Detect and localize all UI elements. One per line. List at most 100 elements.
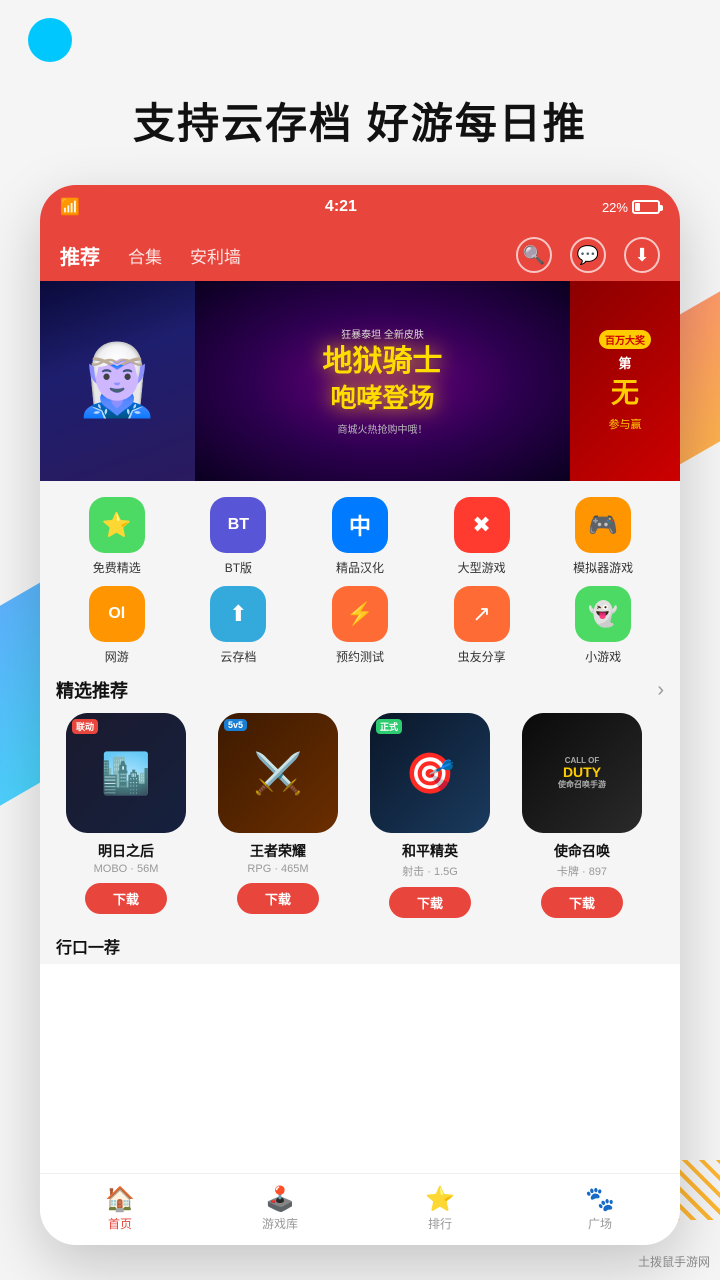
download-button-heping[interactable]: 下载: [389, 887, 471, 918]
game-name-wangzhe: 王者荣耀: [250, 841, 306, 861]
bottom-nav-square-label: 广场: [588, 1215, 612, 1232]
category-online[interactable]: Ol 网游: [56, 586, 178, 665]
watermark: 土拨鼠手游网: [638, 1253, 710, 1270]
game-card-shiming[interactable]: CALL OF DUTY 使命召唤手游 使命召唤 卡牌 · 897 下载: [512, 713, 652, 918]
message-button[interactable]: 💬: [570, 237, 606, 273]
section-title: 精选推荐: [56, 677, 128, 703]
game-emoji-wangzhe: ⚔️: [253, 750, 303, 797]
banner-subtitle: 咆哮登场: [323, 378, 443, 415]
game-emoji-mingri: 🏙️: [101, 750, 151, 797]
banner-area[interactable]: 🧝 狂暴泰坦 全新皮肤 地狱骑士 咆哮登场 商城火热抢购中哦！ 百万大奖 第 无…: [40, 281, 680, 481]
category-emulator-icon: 🎮: [575, 497, 631, 553]
category-big[interactable]: ✖ 大型游戏: [421, 497, 543, 576]
category-share-icon: ↗: [454, 586, 510, 642]
category-emulator[interactable]: 🎮 模拟器游戏: [542, 497, 664, 576]
game-name-heping: 和平精英: [402, 841, 458, 861]
bottom-nav-home[interactable]: 🏠 首页: [40, 1188, 200, 1232]
category-row-2: Ol 网游 ⬆ 云存档 ⚡ 预约测试 ↗ 虫友分享 👻 小游戏: [56, 586, 664, 665]
bottom-nav-library[interactable]: 🕹️ 游戏库: [200, 1188, 360, 1232]
battery-bar-icon: [632, 200, 660, 214]
category-chinese[interactable]: 中 精品汉化: [299, 497, 421, 576]
battery-fill: [635, 203, 640, 211]
category-preorder-icon: ⚡: [332, 586, 388, 642]
banner-right-text: 第 无: [611, 355, 639, 412]
game-list: 🏙️ 联动 明日之后 MOBO · 56M 下载 ⚔️ 5v5 王者荣耀 RPG…: [56, 713, 664, 918]
content-area: ⭐ 免费精选 BT BT版 中 精品汉化 ✖ 大型游戏 🎮 模拟器游戏: [40, 481, 680, 964]
category-free-icon: ⭐: [89, 497, 145, 553]
category-emulator-label: 模拟器游戏: [573, 559, 633, 576]
category-big-label: 大型游戏: [458, 559, 506, 576]
category-bt-label: BT版: [225, 559, 252, 576]
game-meta-mingri: MOBO · 56M: [94, 863, 159, 875]
category-big-icon: ✖: [454, 497, 510, 553]
game-card-wangzhe[interactable]: ⚔️ 5v5 王者荣耀 RPG · 465M 下载: [208, 713, 348, 918]
page-headline: 支持云存档 好游每日推: [0, 90, 720, 151]
banner-left[interactable]: 🧝: [40, 281, 195, 481]
search-button[interactable]: 🔍: [516, 237, 552, 273]
bottom-nav-rank-label: 排行: [428, 1215, 452, 1232]
category-small-label: 小游戏: [585, 648, 621, 665]
section-more-button[interactable]: ›: [657, 679, 664, 702]
game-name-shiming: 使命召唤: [554, 841, 610, 861]
category-bt[interactable]: BT BT版: [178, 497, 300, 576]
nav-bar: 推荐 合集 安利墙 🔍 💬 ⬇: [40, 229, 680, 281]
download-button[interactable]: ⬇: [624, 237, 660, 273]
banner-title: 地狱骑士: [323, 345, 443, 378]
category-share[interactable]: ↗ 虫友分享: [421, 586, 543, 665]
nav-icons-group: 🔍 💬 ⬇: [516, 237, 660, 273]
home-icon: 🏠: [105, 1188, 135, 1212]
bottom-nav-library-label: 游戏库: [262, 1215, 298, 1232]
nav-tab-anli[interactable]: 安利墙: [190, 243, 241, 268]
banner-character-icon: 🧝: [74, 340, 161, 422]
bottom-nav: 🏠 首页 🕹️ 游戏库 ⭐ 排行 🐾 广场: [40, 1173, 680, 1245]
category-online-icon: Ol: [89, 586, 145, 642]
game-icon-shiming: CALL OF DUTY 使命召唤手游: [522, 713, 642, 833]
game-badge-heping: 正式: [376, 719, 402, 734]
battery-percentage: 22%: [602, 200, 628, 215]
bottom-hint-row: 行口一荐: [56, 928, 664, 964]
category-share-label: 虫友分享: [458, 648, 506, 665]
download-button-mingri[interactable]: 下载: [85, 883, 167, 914]
game-icon-mingri: 🏙️ 联动: [66, 713, 186, 833]
game-callduty-text: CALL OF DUTY 使命召唤手游: [558, 757, 606, 790]
category-preorder-label: 预约测试: [336, 648, 384, 665]
nav-tab-collection[interactable]: 合集: [128, 243, 162, 268]
wifi-icon: 📶: [60, 197, 80, 217]
banner-center[interactable]: 狂暴泰坦 全新皮肤 地狱骑士 咆哮登场 商城火热抢购中哦！: [195, 281, 570, 481]
decorative-circle: [28, 18, 72, 62]
status-time: 4:21: [325, 198, 357, 216]
banner-sub2: 商城火热抢购中哦！: [323, 421, 443, 436]
game-icon-heping: 🎯 正式: [370, 713, 490, 833]
library-icon: 🕹️: [265, 1188, 295, 1212]
banner-right-cta: 参与赢: [609, 416, 642, 432]
category-bt-icon: BT: [210, 497, 266, 553]
bottom-nav-square[interactable]: 🐾 广场: [520, 1188, 680, 1232]
bottom-nav-rank[interactable]: ⭐ 排行: [360, 1188, 520, 1232]
bottom-hint-text: 行口一荐: [56, 934, 120, 958]
download-button-shiming[interactable]: 下载: [541, 887, 623, 918]
banner-tag: 狂暴泰坦 全新皮肤: [323, 326, 443, 341]
decorative-stripe-blue: [0, 583, 40, 818]
status-bar: 📶 4:21 22%: [40, 185, 680, 229]
category-chinese-label: 精品汉化: [336, 559, 384, 576]
banner-right[interactable]: 百万大奖 第 无 参与赢: [570, 281, 680, 481]
category-online-label: 网游: [105, 648, 129, 665]
category-row-1: ⭐ 免费精选 BT BT版 中 精品汉化 ✖ 大型游戏 🎮 模拟器游戏: [56, 497, 664, 576]
phone-mockup: 📶 4:21 22% 推荐 合集 安利墙 🔍 💬 ⬇ 🧝: [40, 185, 680, 1245]
rank-icon: ⭐: [425, 1188, 455, 1212]
category-preorder[interactable]: ⚡ 预约测试: [299, 586, 421, 665]
category-small[interactable]: 👻 小游戏: [542, 586, 664, 665]
category-cloud[interactable]: ⬆ 云存档: [178, 586, 300, 665]
decorative-stripe-orange: [680, 286, 720, 465]
nav-tab-recommend[interactable]: 推荐: [60, 241, 100, 270]
download-button-wangzhe[interactable]: 下载: [237, 883, 319, 914]
banner-center-content: 狂暴泰坦 全新皮肤 地狱骑士 咆哮登场 商城火热抢购中哦！: [323, 326, 443, 436]
game-card-heping[interactable]: 🎯 正式 和平精英 射击 · 1.5G 下载: [360, 713, 500, 918]
game-card-mingri[interactable]: 🏙️ 联动 明日之后 MOBO · 56M 下载: [56, 713, 196, 918]
category-free-label: 免费精选: [93, 559, 141, 576]
category-cloud-icon: ⬆: [210, 586, 266, 642]
game-meta-heping: 射击 · 1.5G: [402, 863, 458, 879]
bottom-nav-home-label: 首页: [108, 1215, 132, 1232]
category-free[interactable]: ⭐ 免费精选: [56, 497, 178, 576]
battery-group: 22%: [602, 200, 660, 215]
